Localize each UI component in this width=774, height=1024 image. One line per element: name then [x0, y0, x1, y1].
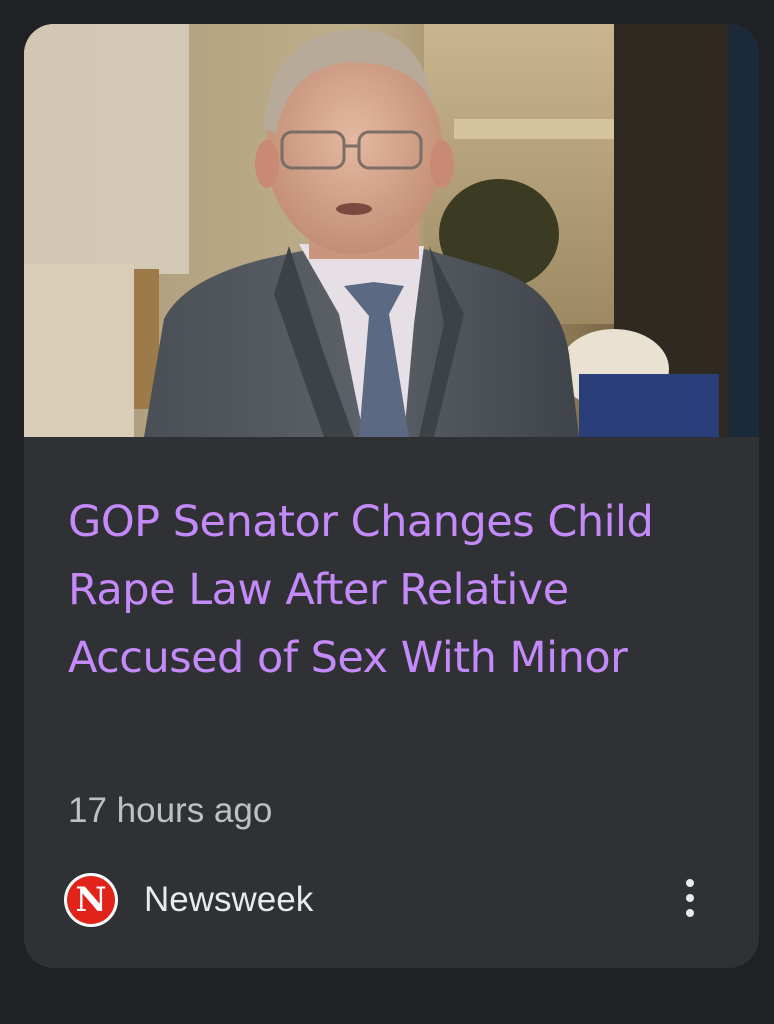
more-vert-icon-dot	[686, 894, 694, 902]
article-thumbnail[interactable]	[24, 24, 759, 437]
newsweek-logo-icon: N	[64, 873, 118, 927]
source-row: N Newsweek	[64, 872, 313, 928]
more-vert-icon	[686, 879, 694, 887]
thumbnail-image	[24, 24, 759, 437]
more-options-button[interactable]	[672, 870, 708, 926]
news-card[interactable]: GOP Senator Changes Child Rape Law After…	[24, 24, 759, 968]
logo-letter: N	[67, 876, 115, 924]
article-timestamp: 17 hours ago	[68, 791, 273, 830]
source-name: Newsweek	[144, 880, 314, 919]
article-headline[interactable]: GOP Senator Changes Child Rape Law After…	[68, 488, 718, 692]
more-vert-icon-dot	[686, 909, 694, 917]
